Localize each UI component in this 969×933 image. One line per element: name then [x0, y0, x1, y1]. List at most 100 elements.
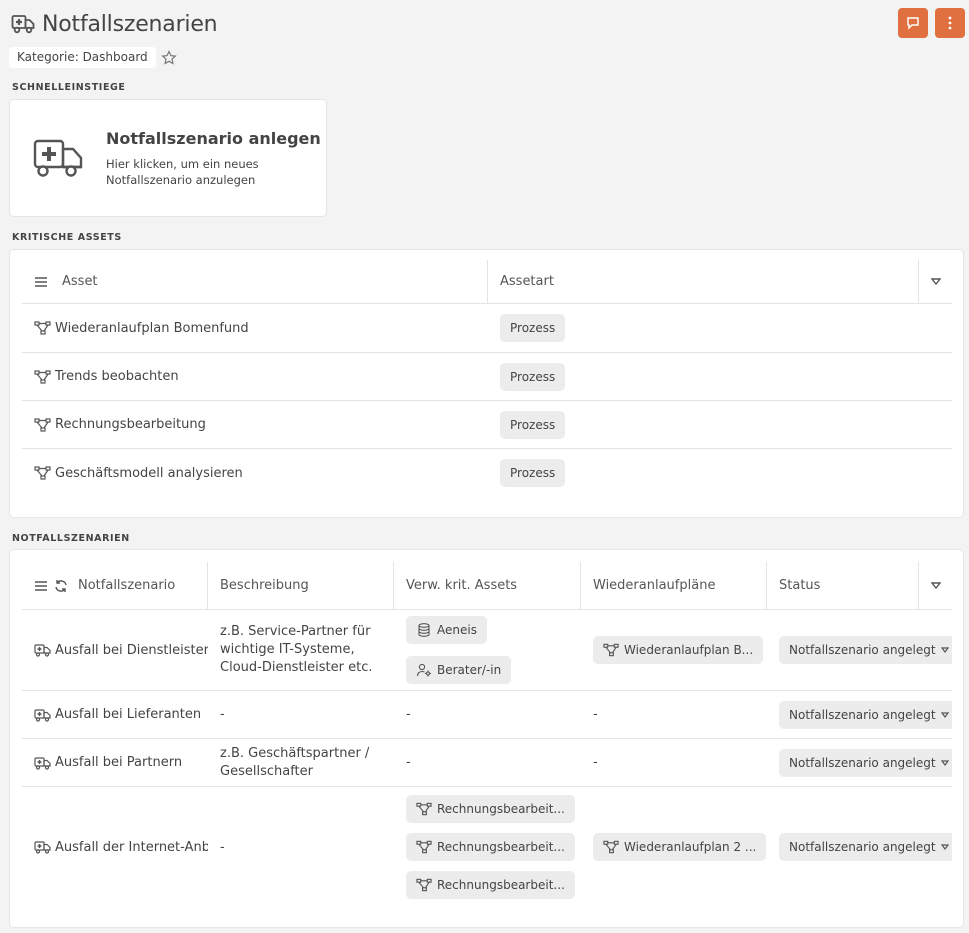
top-actions	[898, 8, 965, 38]
scenario-name-cell: Ausfall der Internet-Anbieter	[22, 840, 208, 855]
database-icon	[418, 623, 430, 637]
scenario-name[interactable]: Ausfall der Internet-Anbieter	[55, 840, 208, 855]
create-scenario-description: Hier klicken, um ein neues Notfallszenar…	[106, 156, 259, 187]
scenario-name[interactable]: Ausfall bei Dienstleistern	[55, 643, 208, 658]
status-dropdown[interactable]: Notfallszenario angelegt	[779, 700, 952, 729]
column-header-plans[interactable]: Wiederanlaufpläne	[581, 562, 767, 609]
status-dropdown[interactable]: Notfallszenario angelegt	[779, 636, 952, 664]
asset-type-badge: Prozess	[500, 314, 566, 342]
assets-cell: -	[394, 755, 581, 770]
table-row[interactable]: Rechnungsbearbeitung Prozess	[22, 401, 952, 449]
asset-chip[interactable]: Rechnungsbearbeit...	[406, 795, 575, 823]
scenario-name[interactable]: Ausfall bei Lieferanten	[55, 707, 201, 722]
section-label-scenarios: NOTFALLSZENARIEN	[12, 533, 130, 544]
assets-empty: -	[406, 707, 411, 722]
column-header-assets[interactable]: Verw. krit. Assets	[394, 562, 581, 609]
table-row[interactable]: Wiederanlaufplan Bomenfund Prozess	[22, 304, 952, 353]
column-header-description[interactable]: Beschreibung	[208, 562, 394, 609]
menu-icon[interactable]	[34, 580, 48, 592]
asset-chip[interactable]: Rechnungsbearbeit...	[406, 871, 575, 899]
caret-down-icon	[940, 647, 949, 653]
plan-chip-label: Wiederanlaufplan 2 ...	[624, 840, 757, 854]
column-chooser[interactable]	[919, 260, 952, 303]
status-label: Notfallszenario angelegt	[789, 840, 936, 854]
category-row: Kategorie: Dashboard	[9, 47, 177, 68]
asset-name[interactable]: Rechnungsbearbeitung	[55, 417, 206, 432]
scenarios-panel: Notfallszenario Beschreibung Verw. krit.…	[9, 549, 964, 928]
ambulance-icon	[11, 15, 35, 34]
assets-cell: -	[394, 707, 581, 722]
assetart-cell: Prozess	[488, 459, 952, 487]
description-text: -	[220, 707, 225, 722]
section-label-critical-assets: KRITISCHE ASSETS	[12, 232, 122, 243]
table-row[interactable]: Ausfall bei Partnern z.B. Geschäftspartn…	[22, 739, 952, 787]
create-scenario-text: Notfallszenario anlegen Hier klicken, um…	[106, 129, 321, 188]
process-flow-icon	[34, 466, 51, 480]
column-header-assetart[interactable]: Assetart	[488, 260, 919, 303]
comment-button[interactable]	[898, 8, 928, 38]
assets-empty: -	[406, 755, 411, 770]
scenario-name[interactable]: Ausfall bei Partnern	[55, 755, 182, 770]
process-flow-icon	[34, 417, 51, 432]
status-label: Notfallszenario angelegt	[789, 755, 936, 770]
asset-name[interactable]: Geschäftsmodell analysieren	[55, 466, 243, 481]
asset-chip[interactable]: Berater/-in	[406, 656, 512, 684]
table-row[interactable]: Geschäftsmodell analysieren Prozess	[22, 449, 952, 497]
star-icon[interactable]	[160, 49, 177, 66]
column-label: Wiederanlaufpläne	[593, 578, 716, 593]
plan-chip[interactable]: Wiederanlaufplan 2 ...	[593, 833, 767, 861]
table-row[interactable]: Trends beobachten Prozess	[22, 353, 952, 401]
caret-down-icon	[930, 582, 941, 589]
menu-icon[interactable]	[34, 276, 48, 288]
asset-chip-label: Rechnungsbearbeit...	[437, 840, 565, 854]
column-chooser[interactable]	[919, 562, 952, 609]
column-label: Asset	[62, 274, 98, 289]
process-flow-icon	[603, 643, 619, 657]
status-cell: Notfallszenario angelegt	[767, 636, 952, 664]
status-dropdown[interactable]: Notfallszenario angelegt	[779, 748, 952, 777]
plans-cell: -	[581, 755, 767, 770]
assetart-cell: Prozess	[488, 314, 952, 342]
refresh-icon[interactable]	[54, 579, 68, 593]
column-header-scenario[interactable]: Notfallszenario	[22, 562, 208, 609]
table-header: Notfallszenario Beschreibung Verw. krit.…	[22, 562, 952, 610]
process-flow-icon	[416, 802, 432, 816]
category-chip[interactable]: Kategorie: Dashboard	[9, 47, 156, 68]
plan-chip[interactable]: Wiederanlaufplan B...	[593, 636, 764, 664]
assets-cell: Aeneis Berater/-in	[394, 616, 581, 684]
scenarios-table: Notfallszenario Beschreibung Verw. krit.…	[22, 562, 952, 907]
process-flow-icon	[416, 878, 432, 892]
asset-cell: Trends beobachten	[22, 369, 488, 384]
asset-chip[interactable]: Aeneis	[406, 616, 487, 644]
caret-down-icon	[930, 278, 941, 285]
table-row[interactable]: Ausfall der Internet-Anbieter - Rechnung…	[22, 787, 952, 907]
more-options-button[interactable]	[935, 8, 965, 38]
plans-cell: -	[581, 707, 767, 722]
asset-type-badge: Prozess	[500, 410, 566, 439]
process-flow-icon	[603, 840, 619, 854]
description-text: z.B. Geschäftspartner / Gesellschafter	[220, 745, 370, 779]
asset-name[interactable]: Wiederanlaufplan Bomenfund	[55, 321, 249, 336]
asset-name[interactable]: Trends beobachten	[55, 369, 179, 384]
status-dropdown[interactable]: Notfallszenario angelegt	[779, 833, 952, 861]
column-label: Assetart	[500, 274, 554, 289]
description-text: z.B. Service-Partner für wichtige IT-Sys…	[220, 624, 373, 675]
asset-cell: Geschäftsmodell analysieren	[22, 466, 488, 481]
column-header-status[interactable]: Status	[767, 562, 919, 609]
asset-chip[interactable]: Rechnungsbearbeit...	[406, 833, 575, 861]
kebab-menu-icon	[948, 16, 952, 30]
plan-chip-label: Wiederanlaufplan B...	[624, 643, 754, 657]
table-row[interactable]: Ausfall bei Lieferanten - - - Notfallsze…	[22, 691, 952, 739]
critical-assets-panel: Asset Assetart Wiederanlaufplan Bomenfun…	[9, 249, 964, 518]
status-cell: Notfallszenario angelegt	[767, 700, 952, 729]
user-gear-icon	[416, 663, 431, 677]
column-header-asset[interactable]: Asset	[22, 260, 488, 303]
table-row[interactable]: Ausfall bei Dienstleistern z.B. Service-…	[22, 610, 952, 691]
plans-empty: -	[593, 707, 598, 722]
asset-type-badge: Prozess	[500, 459, 566, 487]
status-label: Notfallszenario angelegt	[789, 707, 936, 722]
description-cell: -	[208, 707, 394, 722]
comment-icon	[907, 17, 919, 30]
status-cell: Notfallszenario angelegt	[767, 833, 952, 861]
create-scenario-card[interactable]: Notfallszenario anlegen Hier klicken, um…	[9, 99, 327, 217]
